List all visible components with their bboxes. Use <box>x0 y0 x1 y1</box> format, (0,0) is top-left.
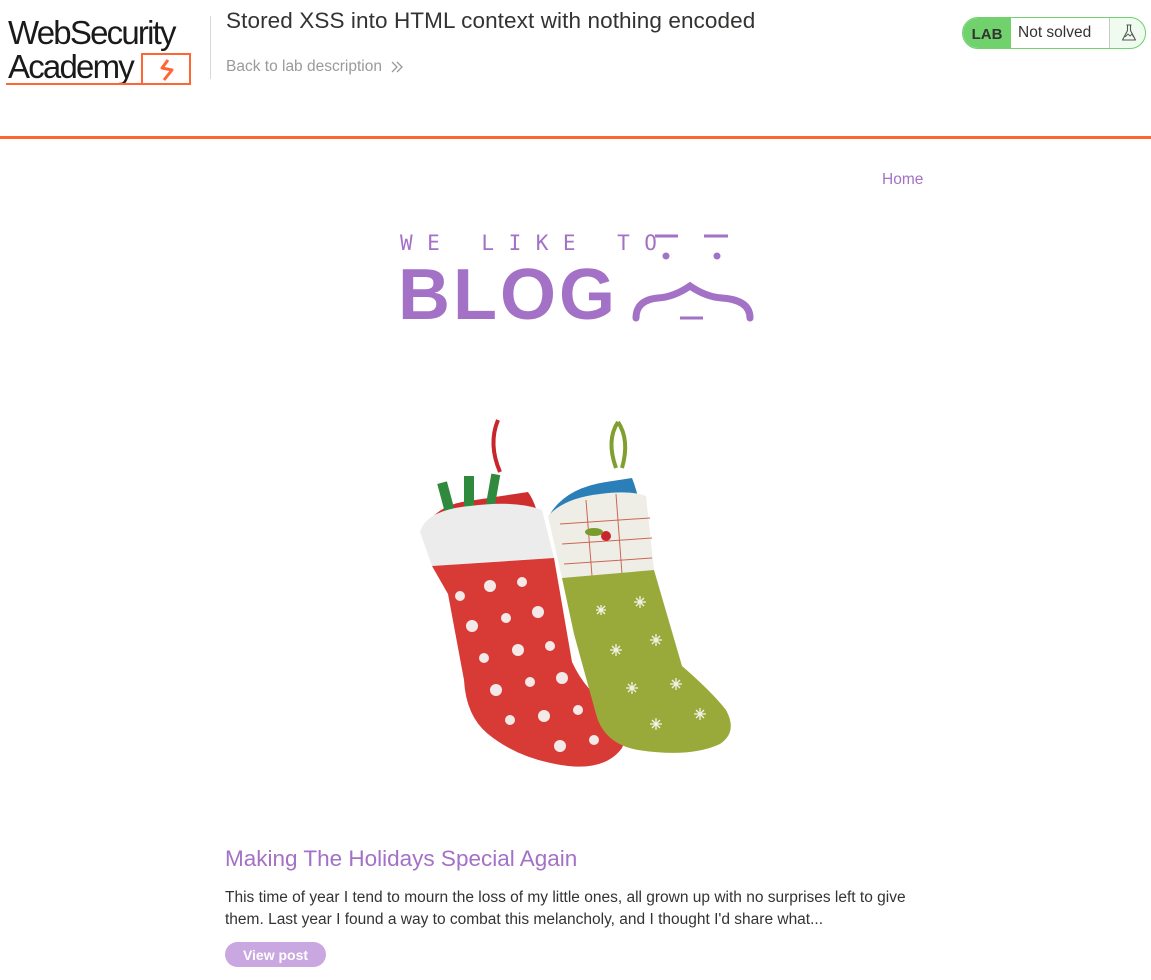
double-chevron-right-icon <box>391 61 403 73</box>
logo-separator <box>210 16 211 79</box>
lab-status-text: Not solved <box>1011 18 1109 48</box>
lab-badge: LAB <box>963 18 1011 48</box>
post-summary: This time of year I tend to mourn the lo… <box>225 889 906 928</box>
nav-home-link[interactable]: Home <box>882 171 923 189</box>
web-security-academy-logo[interactable]: WebSecurity Academy <box>6 14 210 90</box>
header-accent-rule <box>0 136 1151 139</box>
lab-status-widget: LAB Not solved <box>962 17 1146 49</box>
post-title: Making The Holidays Special Again <box>225 846 578 871</box>
post-image-christmas-stockings[interactable] <box>360 414 780 784</box>
banner-word: BLOG <box>398 255 618 324</box>
back-to-lab-description-link[interactable]: Back to lab description <box>226 58 404 76</box>
view-post-button[interactable]: View post <box>225 942 326 967</box>
logo-line2: Academy <box>8 48 135 85</box>
banner-tagline: WE LIKE TO <box>400 231 671 255</box>
we-like-to-blog-banner: WE LIKE TO BLOG <box>398 228 754 335</box>
lab-title: Stored XSS into HTML context with nothin… <box>226 8 756 33</box>
lab-header: WebSecurity Academy Stored XSS into HTML… <box>0 0 1151 140</box>
back-link-label: Back to lab description <box>226 58 382 75</box>
flask-icon <box>1109 18 1145 48</box>
academy-logo-icon: WebSecurity Academy <box>6 14 191 85</box>
logo-line1: WebSecurity <box>8 14 177 51</box>
